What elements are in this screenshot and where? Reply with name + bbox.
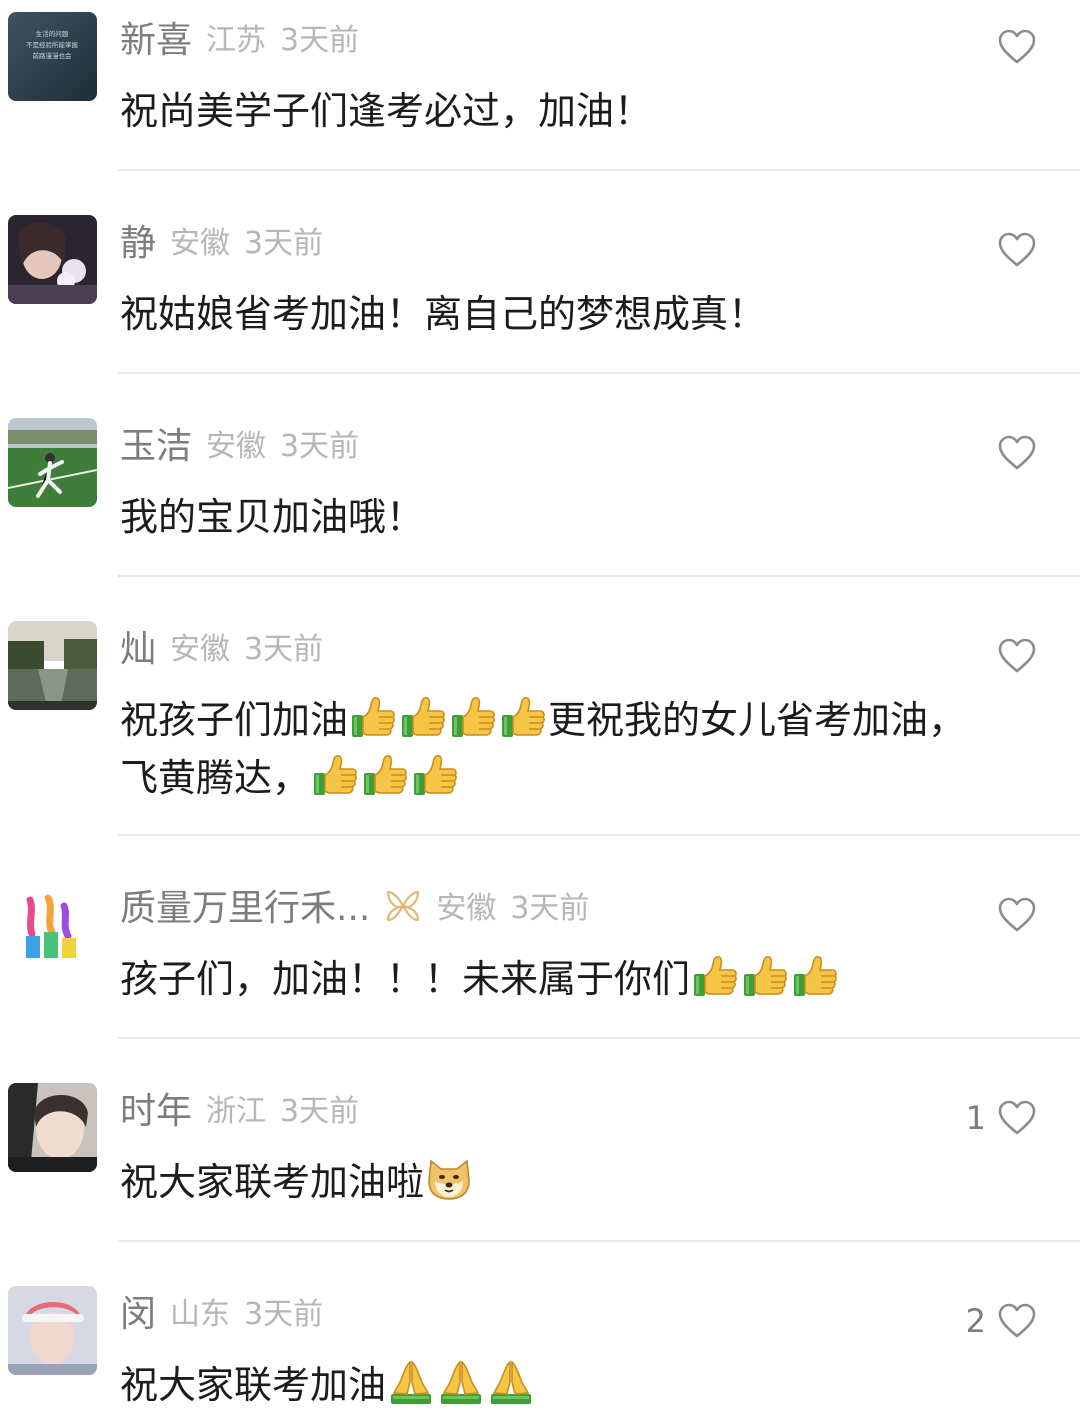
avatar[interactable] xyxy=(8,1083,97,1172)
heart-outline-icon[interactable] xyxy=(998,435,1036,471)
thumbs-up-emoji xyxy=(449,693,497,741)
comment-meta: 时年 浙江 3天前 xyxy=(120,1082,360,1134)
username[interactable]: 灿 xyxy=(120,620,156,672)
divider xyxy=(118,575,1080,577)
avatar[interactable]: 生活的问题 不是经验所能掌握 前路漫漫也会 xyxy=(8,12,97,101)
pray-emoji xyxy=(387,1358,435,1406)
thumbs-up-emoji xyxy=(311,751,359,799)
thumbs-up-emoji xyxy=(361,751,409,799)
comment-text: 祝孩子们加油 更祝我的女儿省考加油， 飞黄腾达， xyxy=(120,691,1030,807)
location-label: 浙江 xyxy=(206,1094,267,1129)
divider xyxy=(118,1037,1080,1039)
heart-outline-icon[interactable] xyxy=(998,897,1036,933)
like-button[interactable] xyxy=(986,229,1036,271)
divider xyxy=(118,1240,1080,1242)
comment-meta: 质量万里行禾... 安徽 3天前 xyxy=(120,879,590,931)
username[interactable]: 新喜 xyxy=(120,11,192,63)
thumbs-up-emoji xyxy=(399,693,447,741)
like-button[interactable] xyxy=(986,635,1036,677)
location-label: 安徽 xyxy=(436,891,497,926)
pray-emoji xyxy=(487,1358,535,1406)
timestamp: 3天前 xyxy=(510,891,590,926)
thumbs-up-emoji xyxy=(349,693,397,741)
comment-text-segment: 我的宝贝加油哦！ xyxy=(120,495,425,539)
doge-emoji xyxy=(425,1155,473,1203)
username[interactable]: 时年 xyxy=(120,1082,192,1134)
heart-outline-icon[interactable] xyxy=(998,29,1036,65)
comment-text: 祝大家联考加油啦 xyxy=(120,1153,1030,1211)
thumbs-up-emoji xyxy=(411,751,459,799)
divider xyxy=(118,169,1080,171)
avatar[interactable] xyxy=(8,880,97,969)
avatar[interactable] xyxy=(8,621,97,710)
timestamp: 3天前 xyxy=(280,1094,360,1129)
thumbs-up-emoji xyxy=(741,952,789,1000)
comment-meta: 新喜 江苏 3天前 xyxy=(120,11,360,63)
comment-text-segment: 祝姑娘省考加油！离自己的梦想成真！ xyxy=(120,292,767,336)
comment-meta: 静 安徽 3天前 xyxy=(120,214,324,266)
like-button[interactable]: 1 xyxy=(966,1097,1036,1139)
comment-text-segment: 祝孩子们加油 xyxy=(120,698,349,742)
timestamp: 3天前 xyxy=(244,226,324,261)
timestamp: 3天前 xyxy=(244,1297,324,1332)
avatar[interactable] xyxy=(8,1286,97,1375)
location-label: 安徽 xyxy=(206,429,267,464)
divider xyxy=(118,372,1080,374)
heart-outline-icon[interactable] xyxy=(998,232,1036,268)
username[interactable]: 闵 xyxy=(120,1285,156,1337)
avatar[interactable] xyxy=(8,215,97,304)
comment-text-segment: 更祝我的女儿省考加油， xyxy=(548,698,967,742)
comment-text: 我的宝贝加油哦！ xyxy=(120,488,1030,546)
avatar[interactable] xyxy=(8,418,97,507)
heart-outline-icon[interactable] xyxy=(998,638,1036,674)
location-label: 安徽 xyxy=(170,226,231,261)
pray-emoji xyxy=(437,1358,485,1406)
heart-outline-icon[interactable] xyxy=(998,1100,1036,1136)
location-label: 安徽 xyxy=(170,632,231,667)
comment-meta: 灿 安徽 3天前 xyxy=(120,620,324,672)
like-button[interactable]: 2 xyxy=(966,1300,1036,1342)
timestamp: 3天前 xyxy=(280,429,360,464)
heart-outline-icon[interactable] xyxy=(998,1303,1036,1339)
svg-text:前路漫漫也会: 前路漫漫也会 xyxy=(33,51,73,60)
like-button[interactable] xyxy=(986,894,1036,936)
like-button[interactable] xyxy=(986,432,1036,474)
svg-text:不是经验所能掌握: 不是经验所能掌握 xyxy=(26,40,79,49)
comment-meta: 闵 山东 3天前 xyxy=(120,1285,324,1337)
ribbon-badge-icon xyxy=(384,886,422,924)
like-count: 2 xyxy=(965,1302,986,1340)
like-count: 1 xyxy=(965,1099,986,1137)
like-button[interactable] xyxy=(986,26,1036,68)
svg-text:生活的问题: 生活的问题 xyxy=(36,29,69,38)
timestamp: 3天前 xyxy=(244,632,324,667)
comment-meta: 玉洁 安徽 3天前 xyxy=(120,417,360,469)
comment-text: 孩子们，加油！！！未来属于你们 xyxy=(120,950,1030,1008)
comment-text-segment: 祝尚美学子们逢考必过，加油！ xyxy=(120,89,653,133)
thumbs-up-emoji xyxy=(691,952,739,1000)
username[interactable]: 静 xyxy=(120,214,156,266)
comment-text-segment: 飞黄腾达， xyxy=(120,756,311,800)
comment-text-segment: 祝大家联考加油啦 xyxy=(120,1160,425,1204)
timestamp: 3天前 xyxy=(280,23,360,58)
location-label: 山东 xyxy=(170,1297,231,1332)
thumbs-up-emoji xyxy=(499,693,547,741)
comment-text-segment: 祝大家联考加油 xyxy=(120,1363,387,1407)
comment-text: 祝姑娘省考加油！离自己的梦想成真！ xyxy=(120,285,1030,343)
username[interactable]: 玉洁 xyxy=(120,417,192,469)
comment-text: 祝大家联考加油 xyxy=(120,1356,1030,1414)
thumbs-up-emoji xyxy=(791,952,839,1000)
divider xyxy=(118,834,1080,836)
comment-text: 祝尚美学子们逢考必过，加油！ xyxy=(120,82,1030,140)
username[interactable]: 质量万里行禾... xyxy=(120,879,370,931)
comment-text-segment: 孩子们，加油！！！未来属于你们 xyxy=(120,957,691,1001)
location-label: 江苏 xyxy=(206,23,267,58)
